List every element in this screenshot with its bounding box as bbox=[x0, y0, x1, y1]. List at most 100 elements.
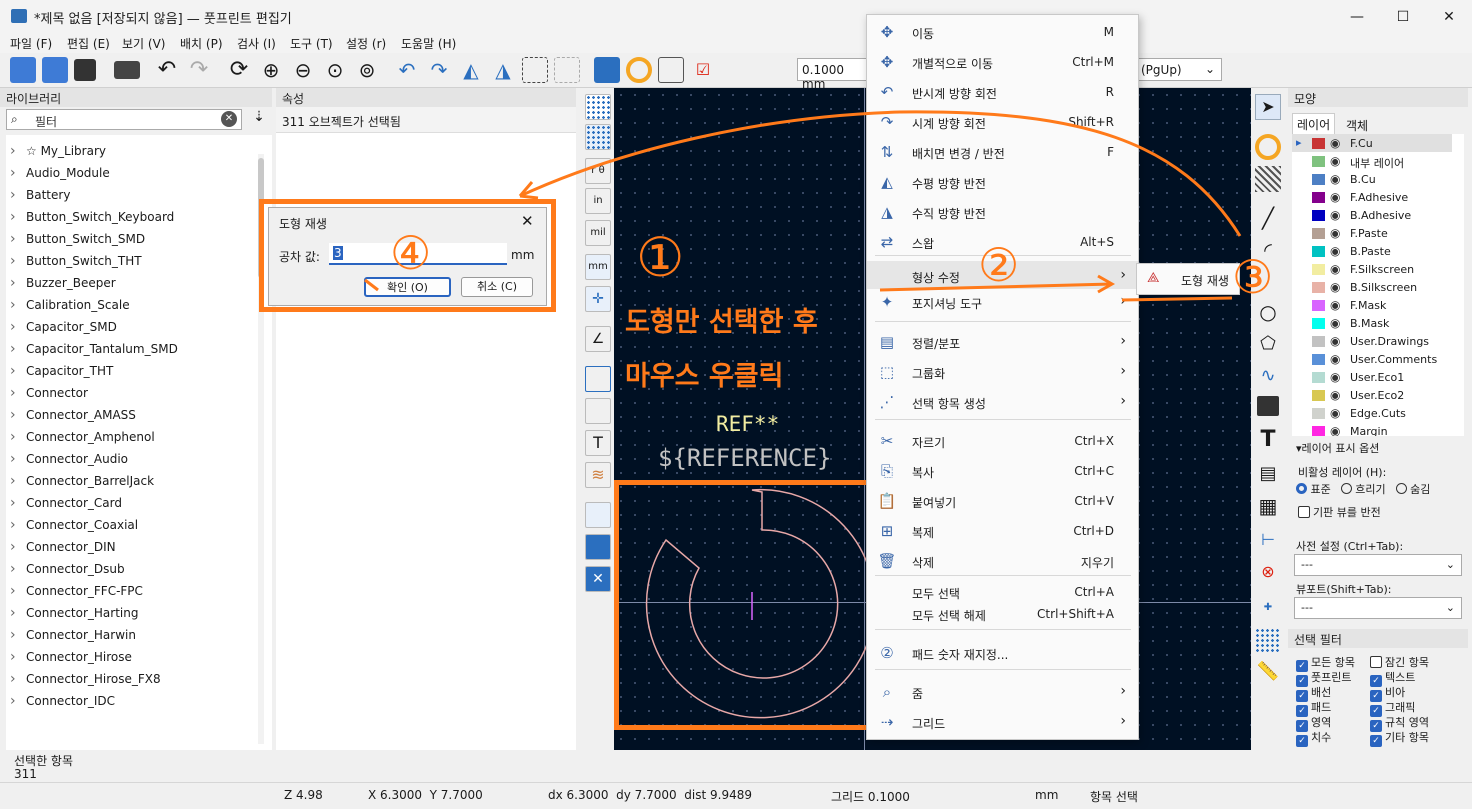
pad-properties-icon[interactable] bbox=[626, 57, 652, 83]
layer-row[interactable]: ◉ Margin bbox=[1292, 422, 1452, 436]
filter-checkbox[interactable]: ✓ 기타 항목 bbox=[1370, 729, 1429, 747]
layer-row[interactable]: ◉ B.Cu bbox=[1292, 170, 1452, 188]
radio-normal[interactable]: 표준 bbox=[1296, 481, 1331, 497]
layer-color-swatch[interactable] bbox=[1312, 246, 1325, 257]
eye-icon[interactable]: ◉ bbox=[1330, 370, 1340, 384]
radio-hide[interactable]: 숨김 bbox=[1395, 481, 1430, 497]
radio-dim[interactable]: 흐리기 bbox=[1340, 481, 1386, 497]
context-menu-item[interactable]: ◭ 수평 방향 반전 bbox=[867, 167, 1138, 197]
context-menu-item[interactable]: ⋰ 선택 항목 생성 › bbox=[867, 387, 1138, 417]
ref-text[interactable]: REF** bbox=[716, 412, 779, 436]
layer-color-swatch[interactable] bbox=[1312, 174, 1325, 185]
library-item[interactable]: Connector_Hirose bbox=[6, 646, 272, 668]
library-item[interactable]: Capacitor_Tantalum_SMD bbox=[6, 338, 272, 360]
dialog-close-icon[interactable]: ✕ bbox=[521, 212, 534, 230]
polygon-tool-icon[interactable]: ⬠ bbox=[1255, 332, 1281, 358]
context-menu-item[interactable]: ✥ 이동 M bbox=[867, 17, 1138, 47]
tab-layers[interactable]: 레이어 bbox=[1292, 113, 1336, 135]
layer-color-swatch[interactable] bbox=[1312, 372, 1325, 383]
appearance-panel-icon[interactable] bbox=[585, 534, 611, 560]
menu-edit[interactable]: 편집 (E) bbox=[67, 35, 110, 52]
context-menu-item[interactable]: ▤ 정렬/분포 › bbox=[867, 327, 1138, 357]
layer-color-swatch[interactable] bbox=[1312, 300, 1325, 311]
library-item[interactable]: Connector_Card bbox=[6, 492, 272, 514]
library-item[interactable]: ☆ My_Library bbox=[6, 140, 272, 162]
layer-color-swatch[interactable] bbox=[1312, 408, 1325, 419]
library-item[interactable]: Calibration_Scale bbox=[6, 294, 272, 316]
layer-color-swatch[interactable] bbox=[1312, 228, 1325, 239]
zoom-fit-icon[interactable]: ⊙ bbox=[322, 57, 348, 83]
eye-icon[interactable]: ◉ bbox=[1330, 136, 1340, 150]
undo-icon[interactable]: ↶ bbox=[154, 57, 180, 83]
cursor-shape-icon[interactable]: ✛ bbox=[585, 286, 611, 312]
text-display-icon[interactable]: T bbox=[585, 430, 611, 456]
library-filter-field[interactable]: ⌕ 필터 ✕ bbox=[6, 109, 242, 130]
image-tool-icon[interactable] bbox=[1257, 396, 1279, 416]
eye-icon[interactable]: ◉ bbox=[1330, 388, 1340, 402]
bezier-tool-icon[interactable]: ∿ bbox=[1255, 364, 1281, 390]
context-menu-item[interactable]: 모두 선택 Ctrl+A bbox=[867, 581, 1138, 603]
eye-icon[interactable]: ◉ bbox=[1330, 154, 1340, 168]
menu-inspect[interactable]: 검사 (I) bbox=[237, 35, 276, 52]
filter-checkbox[interactable]: 잠긴 항목 bbox=[1370, 654, 1429, 670]
layer-row[interactable]: ◉ User.Eco1 bbox=[1292, 368, 1452, 386]
context-menu-item[interactable]: ↷ 시계 방향 회전 Shift+R bbox=[867, 107, 1138, 137]
context-menu-item[interactable]: ② 패드 숫자 재지정... bbox=[867, 638, 1138, 668]
layer-row[interactable]: ◉ B.Mask bbox=[1292, 314, 1452, 332]
viewport-select[interactable]: --- ⌄ bbox=[1294, 597, 1462, 619]
library-item[interactable]: Connector_Harwin bbox=[6, 624, 272, 646]
pad-tool-icon[interactable] bbox=[1255, 134, 1281, 160]
grid-origin-icon[interactable] bbox=[1255, 628, 1281, 654]
layer-color-swatch[interactable] bbox=[1312, 336, 1325, 347]
layer-color-swatch[interactable] bbox=[1312, 138, 1325, 149]
context-menu-item[interactable]: ⇢ 그리드 › bbox=[867, 707, 1138, 737]
layer-row[interactable]: ◉ User.Drawings bbox=[1292, 332, 1452, 350]
context-menu-item[interactable]: 모두 선택 해제 Ctrl+Shift+A bbox=[867, 603, 1138, 625]
layer-row[interactable]: ◉ Edge.Cuts bbox=[1292, 404, 1452, 422]
units-inch-icon[interactable]: in bbox=[585, 188, 611, 214]
eye-icon[interactable]: ◉ bbox=[1330, 244, 1340, 258]
grid-overrides-icon[interactable] bbox=[585, 124, 611, 150]
library-item[interactable]: Capacitor_SMD bbox=[6, 316, 272, 338]
rotate-ccw-icon[interactable]: ↶ bbox=[394, 57, 420, 83]
minimize-button[interactable]: — bbox=[1334, 0, 1380, 33]
pads-display-icon[interactable] bbox=[585, 366, 611, 392]
menu-tools[interactable]: 도구 (T) bbox=[290, 35, 333, 52]
library-item[interactable]: Audio_Module bbox=[6, 162, 272, 184]
redo-icon[interactable]: ↷ bbox=[186, 57, 212, 83]
library-item[interactable]: Connector_AMASS bbox=[6, 404, 272, 426]
preset-select[interactable]: --- ⌄ bbox=[1294, 554, 1462, 576]
close-button[interactable]: ✕ bbox=[1426, 0, 1472, 33]
mirror-h-icon[interactable]: ◭ bbox=[458, 57, 484, 83]
eye-icon[interactable]: ◉ bbox=[1330, 190, 1340, 204]
new-library-icon[interactable] bbox=[42, 57, 68, 83]
eye-icon[interactable]: ◉ bbox=[1330, 406, 1340, 420]
rotate-cw-icon[interactable]: ↷ bbox=[426, 57, 452, 83]
text-tool-icon[interactable]: T bbox=[1255, 428, 1281, 454]
eye-icon[interactable]: ◉ bbox=[1330, 352, 1340, 366]
layer-color-swatch[interactable] bbox=[1312, 282, 1325, 293]
layer-row[interactable]: ◉ F.Silkscreen bbox=[1292, 260, 1452, 278]
eye-icon[interactable]: ◉ bbox=[1330, 208, 1340, 222]
ratsnest-icon[interactable]: ≋ bbox=[585, 462, 611, 488]
context-menu-item[interactable]: ◮ 수직 방향 반전 bbox=[867, 197, 1138, 227]
grid-select[interactable]: 0.1000 mm bbox=[797, 58, 867, 91]
library-item[interactable]: Connector_Audio bbox=[6, 448, 272, 470]
filter-checkbox[interactable]: ✓ 치수 bbox=[1296, 729, 1331, 747]
menu-place[interactable]: 배치 (P) bbox=[180, 35, 223, 52]
library-item[interactable]: Button_Switch_SMD bbox=[6, 228, 272, 250]
eye-icon[interactable]: ◉ bbox=[1330, 280, 1340, 294]
layer-color-swatch[interactable] bbox=[1312, 426, 1325, 436]
ungroup-icon[interactable] bbox=[554, 57, 580, 83]
context-menu-item[interactable]: ⎘ 복사 Ctrl+C bbox=[867, 456, 1138, 486]
submenu-regenerate-item[interactable]: 도형 재생 bbox=[1181, 272, 1229, 289]
print-icon[interactable] bbox=[114, 61, 140, 79]
layer-row[interactable]: ◉ F.Mask bbox=[1292, 296, 1452, 314]
zone-tool-icon[interactable] bbox=[1255, 166, 1281, 192]
context-menu-item[interactable]: ✂ 자르기 Ctrl+X bbox=[867, 426, 1138, 456]
footprint-properties-icon[interactable] bbox=[594, 57, 620, 83]
layer-color-swatch[interactable] bbox=[1312, 354, 1325, 365]
layer-color-swatch[interactable] bbox=[1312, 264, 1325, 275]
footprint-tree-icon[interactable] bbox=[585, 502, 611, 528]
layer-row[interactable]: ◉ B.Adhesive bbox=[1292, 206, 1452, 224]
